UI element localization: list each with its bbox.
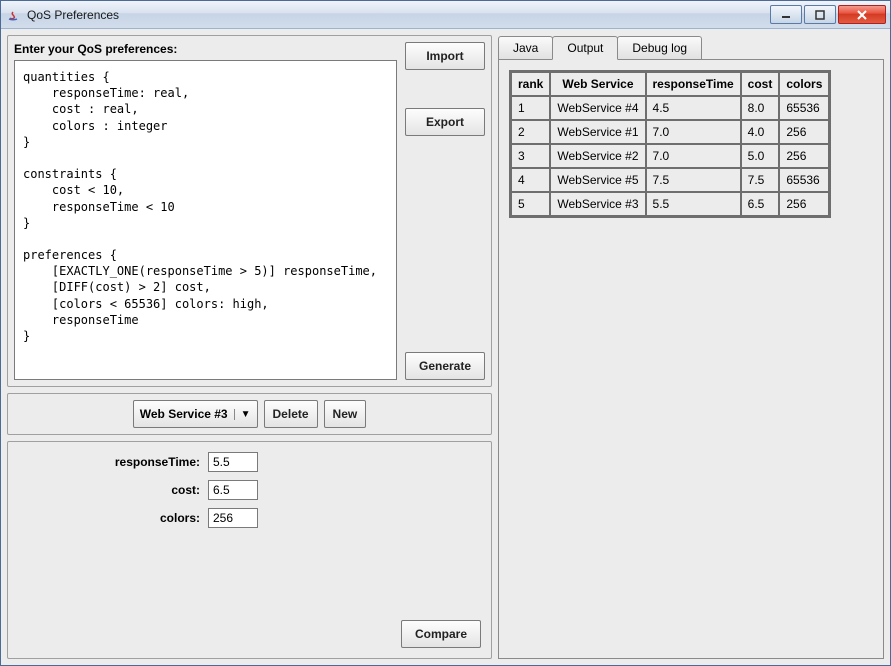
export-button[interactable]: Export (405, 108, 485, 136)
maximize-button[interactable] (804, 5, 836, 24)
table-row: 3 WebService #2 7.0 5.0 256 (511, 144, 829, 168)
tab-bar: Java Output Debug log (498, 35, 884, 59)
compare-column: Compare (401, 452, 481, 648)
window-title: QoS Preferences (27, 8, 768, 22)
colors-input[interactable] (208, 508, 258, 528)
editor-label: Enter your QoS preferences: (14, 42, 397, 56)
form-row-colors: colors: (18, 508, 393, 528)
col-rank: rank (511, 72, 550, 96)
editor-button-column: Import Export Generate (405, 42, 485, 380)
right-column: Java Output Debug log rank Web Service r… (498, 35, 884, 659)
tab-output[interactable]: Output (552, 36, 618, 60)
service-toolbar: Web Service #3 ▼ Delete New (7, 393, 492, 435)
left-column: Enter your QoS preferences: Import Expor… (7, 35, 492, 659)
tab-debug-log[interactable]: Debug log (617, 36, 702, 60)
java-icon (5, 7, 21, 23)
table-row: 2 WebService #1 7.0 4.0 256 (511, 120, 829, 144)
new-button[interactable]: New (324, 400, 367, 428)
col-responsetime: responseTime (646, 72, 741, 96)
compare-button[interactable]: Compare (401, 620, 481, 648)
preferences-editor[interactable] (14, 60, 397, 380)
close-button[interactable] (838, 5, 886, 24)
content-area: Enter your QoS preferences: Import Expor… (1, 29, 890, 665)
table-row: 4 WebService #5 7.5 7.5 65536 (511, 168, 829, 192)
form-label: cost: (18, 483, 208, 497)
responsetime-input[interactable] (208, 452, 258, 472)
table-row: 5 WebService #3 5.5 6.5 256 (511, 192, 829, 216)
delete-button[interactable]: Delete (264, 400, 318, 428)
form-label: colors: (18, 511, 208, 525)
chevron-down-icon: ▼ (234, 409, 251, 420)
form-row-responsetime: responseTime: (18, 452, 393, 472)
minimize-button[interactable] (770, 5, 802, 24)
tab-content-output: rank Web Service responseTime cost color… (498, 59, 884, 659)
table-row: 1 WebService #4 4.5 8.0 65536 (511, 96, 829, 120)
col-webservice: Web Service (550, 72, 645, 96)
form-label: responseTime: (18, 455, 208, 469)
form-row-cost: cost: (18, 480, 393, 500)
tab-java[interactable]: Java (498, 36, 553, 60)
web-service-dropdown[interactable]: Web Service #3 ▼ (133, 400, 258, 428)
col-colors: colors (779, 72, 829, 96)
generate-button[interactable]: Generate (405, 352, 485, 380)
form-body: responseTime: cost: colors: (18, 452, 393, 648)
titlebar: QoS Preferences (1, 1, 890, 29)
window-controls (768, 5, 886, 24)
output-table: rank Web Service responseTime cost color… (509, 70, 831, 218)
service-form-panel: responseTime: cost: colors: Compare (7, 441, 492, 659)
window-frame: QoS Preferences Enter your QoS preferenc… (0, 0, 891, 666)
preferences-panel: Enter your QoS preferences: Import Expor… (7, 35, 492, 387)
table-body: 1 WebService #4 4.5 8.0 65536 2 WebServi… (511, 96, 829, 216)
col-cost: cost (741, 72, 780, 96)
dropdown-selected: Web Service #3 (140, 407, 228, 421)
table-header-row: rank Web Service responseTime cost color… (511, 72, 829, 96)
editor-side: Enter your QoS preferences: (14, 42, 397, 380)
cost-input[interactable] (208, 480, 258, 500)
import-button[interactable]: Import (405, 42, 485, 70)
